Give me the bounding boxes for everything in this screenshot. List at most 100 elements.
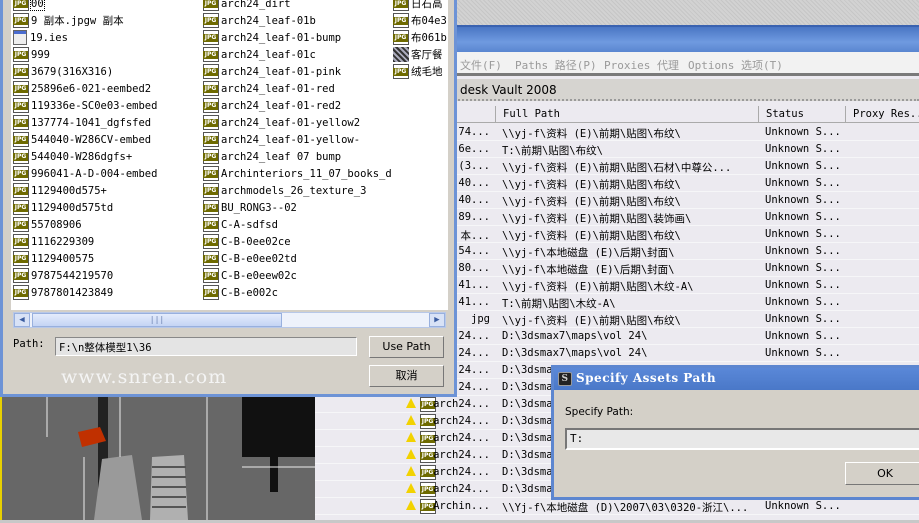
path-label: Path: [13,338,45,350]
column-full-path[interactable]: Full Path [495,106,758,123]
scroll-left-button[interactable]: ◀ [14,313,30,327]
file-name: arch24_leaf-01-pink [221,66,342,78]
file-item[interactable]: arch24_leaf-01-yellow2 [203,115,360,132]
warning-icon [406,483,416,493]
specify-path-input[interactable]: T: [565,428,919,450]
asset-name: arch24... [433,483,490,495]
file-item[interactable]: 1116229309 [13,234,94,251]
scrollbar-thumb[interactable]: ||| [32,313,282,327]
file-item[interactable]: arch24_leaf-01-pink [203,64,341,81]
file-item[interactable]: 1129400d575+ [13,183,107,200]
path-input[interactable]: F:\n整体模型1\36 [55,337,357,356]
jpg-file-icon [203,217,219,232]
file-item[interactable]: 9787801423849 [13,285,113,302]
file-item[interactable]: 9 副本.jpgw 副本 [13,13,124,30]
file-item[interactable]: 9787544219570 [13,268,113,285]
column-proxy-res[interactable]: Proxy Res.. [845,106,919,123]
file-item[interactable]: arch24_leaf-01-red [203,81,335,98]
asset-full-path: D:\3dsma [502,398,553,410]
table-row[interactable]: Archin... \\Yj-f\本地磁盘 (D)\2007\03\0320-浙… [315,498,919,515]
menu-file[interactable]: 文件(F) [460,57,502,73]
file-item[interactable]: C-B-e0ee02td [203,251,297,268]
file-item[interactable]: C-B-e002c [203,285,278,302]
file-item[interactable]: 日石高 [393,0,443,13]
file-item[interactable]: 119336e-SC0e03-embed [13,98,157,115]
file-item[interactable]: archmodels_26_texture_3 [203,183,366,200]
file-item[interactable]: 999 [13,47,50,64]
file-item[interactable]: BU_RONG3--02 [203,200,297,217]
file-item[interactable]: 137774-1041_dgfsfed [13,115,151,132]
menu-proxies[interactable]: Proxies 代理 [604,57,679,73]
file-item[interactable]: 55708906 [13,217,82,234]
file-item[interactable]: arch24_leaf-01-yellow- [203,132,360,149]
file-item[interactable]: 544040-W286CV-embed [13,132,151,149]
file-item[interactable]: arch24_leaf-01c [203,47,316,64]
use-path-button[interactable]: Use Path [369,336,444,358]
file-name: arch24_leaf-01-red [221,83,335,95]
file-item[interactable]: 布061b [393,30,447,47]
file-item[interactable]: 1129400d575td [13,200,113,217]
menu-options[interactable]: Options 选项(T) [688,57,783,73]
jpg-file-icon [13,115,29,130]
file-name: 9 副本.jpgw 副本 [31,15,124,27]
asset-status: Unknown S... [765,177,841,189]
jpg-file-icon [13,149,29,164]
scroll-right-button[interactable]: ▶ [429,313,445,327]
file-item[interactable]: C-B-0ee02ce [203,234,291,251]
jpg-file-icon [203,200,219,215]
asset-status: Unknown S... [765,347,841,359]
file-item[interactable]: 绒毛地 [393,64,443,81]
column-status[interactable]: Status [758,106,845,123]
3d-viewport[interactable] [0,397,315,520]
horizontal-scrollbar[interactable]: ◀ ||| ▶ [13,312,446,328]
jpg-file-icon [203,251,219,266]
asset-name: arch24... [433,398,490,410]
jpg-file-icon [203,64,219,79]
specify-assets-path-dialog: S Specify Assets Path Specify Path: T: O… [551,365,919,500]
file-item[interactable]: 19.ies [13,30,68,47]
file-item[interactable]: C-B-e0eew02c [203,268,297,285]
file-name: Archinteriors_11_07_books_d [221,168,392,180]
file-item[interactable]: 25896e6-021-eembed2 [13,81,151,98]
specify-dialog-titlebar[interactable]: S Specify Assets Path [554,368,919,390]
file-list[interactable]: 00 9 副本.jpgw 副本 19.ies 999 3679(316X316) 2589… [11,0,448,310]
asset-status: Unknown S... [765,296,841,308]
file-item[interactable]: C-A-sdfsd [203,217,278,234]
warning-icon [406,466,416,476]
file-name: 00 [30,0,45,11]
file-name: arch24_dirt [221,0,291,10]
menu-paths[interactable]: Paths 路径(P) [515,57,597,73]
file-item[interactable]: Archinteriors_11_07_books_d [203,166,392,183]
jpg-file-icon [13,47,29,62]
file-item[interactable]: 客厅餐 [393,47,443,64]
file-name: 3679(316X316) [31,66,114,78]
file-item[interactable]: arch24_leaf-01-red2 [203,98,341,115]
file-name: C-A-sdfsd [221,219,278,231]
file-name: 布04e3 [411,15,447,27]
cancel-button[interactable]: 取消 [369,365,444,387]
file-name: 日石高 [411,0,443,10]
file-item[interactable]: 00 [13,0,45,13]
file-name: 9787801423849 [31,287,114,299]
jpg-file-icon [13,234,29,249]
file-item[interactable]: 544040-W286dgfs+ [13,149,132,166]
file-item[interactable]: 3679(316X316) [13,64,113,81]
file-item[interactable]: 布04e3 [393,13,447,30]
jpg-file-icon [13,132,29,147]
asset-full-path: D:\3dsma [502,381,553,393]
file-item[interactable]: arch24_leaf 07 bump [203,149,341,166]
file-item[interactable]: 996041-A-D-004-embed [13,166,157,183]
jpg-file-icon [203,166,219,181]
choose-directory-dialog: 00 9 副本.jpgw 副本 19.ies 999 3679(316X316) 2589… [0,0,457,397]
asset-name: arch24... [433,466,490,478]
ok-button[interactable]: OK [845,462,919,485]
specify-path-label: Specify Path: [565,406,634,418]
file-item[interactable]: arch24_leaf-01-bump [203,30,341,47]
ies-file-icon [13,30,27,45]
asset-status: Unknown S... [765,279,841,291]
file-item[interactable]: arch24_leaf-01b [203,13,316,30]
jpg-file-icon [393,30,409,45]
file-name: BU_RONG3--02 [221,202,297,214]
file-item[interactable]: arch24_dirt [203,0,291,13]
file-item[interactable]: 1129400575 [13,251,94,268]
